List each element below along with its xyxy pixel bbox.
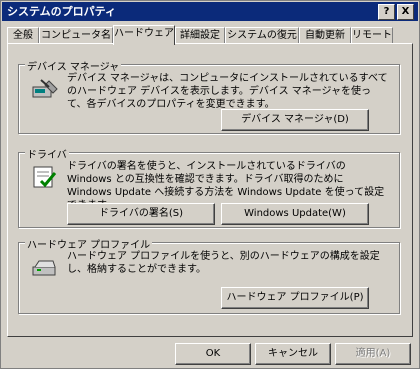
tab-automatic-updates[interactable]: 自動更新 (299, 27, 351, 44)
device-manager-group: デバイス マネージャ デバイス マネージャは、コンピュータにインストールされてい… (18, 58, 400, 134)
driver-signing-icon (33, 166, 57, 188)
tab-general[interactable]: 全般 (7, 27, 39, 44)
tab-system-restore[interactable]: システムの復元 (225, 27, 299, 44)
drivers-group-label: ドライバ (25, 146, 69, 161)
device-manager-group-label: デバイス マネージャ (25, 58, 122, 73)
hardware-profiles-button[interactable]: ハードウェア プロファイル(P) (221, 287, 369, 309)
hardware-profiles-description: ハードウェア プロファイルを使うと、別のハードウェアの構成を設定し、格納すること… (67, 251, 380, 275)
ok-button[interactable]: OK (175, 343, 251, 365)
hardware-profile-icon (32, 260, 56, 276)
help-button[interactable]: ? (378, 4, 395, 20)
device-manager-description: デバイス マネージャは、コンピュータにインストールされているすべてのハードウェア… (67, 73, 388, 110)
window-title: システムのプロパティ (7, 5, 117, 18)
windows-update-button[interactable]: Windows Update(W) (221, 203, 369, 225)
hardware-profiles-group: ハードウェア プロファイル ハードウェア プロファイルを使うと、別のハードウェア… (18, 236, 400, 314)
tab-advanced[interactable]: 詳細設定 (175, 27, 225, 44)
drivers-group: ドライバ ドライバの署名を使うと、インストールされているドライバの Window… (18, 146, 400, 228)
cancel-button[interactable]: キャンセル (255, 343, 331, 365)
device-manager-icon (32, 79, 58, 98)
title-bar[interactable]: システムのプロパティ ? X (2, 2, 418, 21)
tab-computer-name[interactable]: コンピュータ名 (39, 27, 113, 44)
tab-hardware[interactable]: ハードウェア (113, 25, 175, 45)
close-button[interactable]: X (397, 4, 414, 20)
apply-button[interactable]: 適用(A) (335, 343, 411, 365)
system-properties-window: システムのプロパティ ? X 全般 コンピュータ名 ハードウェア 詳細設定 シス… (0, 0, 420, 369)
tab-remote[interactable]: リモート (351, 27, 393, 44)
driver-signing-button[interactable]: ドライバの署名(S) (67, 203, 215, 225)
hardware-tab-panel: デバイス マネージャ デバイス マネージャは、コンピュータにインストールされてい… (7, 43, 413, 337)
device-manager-button[interactable]: デバイス マネージャ(D) (221, 109, 369, 131)
hardware-profiles-group-label: ハードウェア プロファイル (25, 236, 153, 251)
